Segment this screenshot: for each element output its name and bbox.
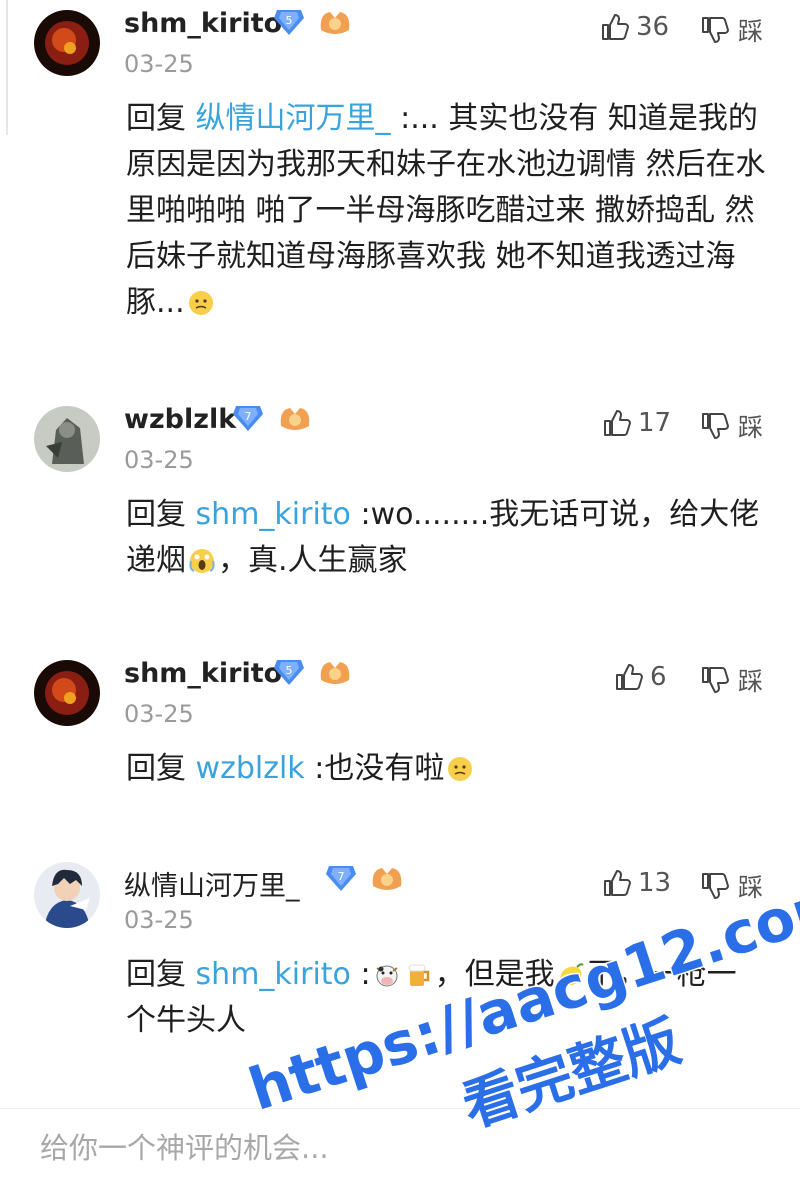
mention-link[interactable]: wzblzlk [196, 751, 305, 786]
mention-link[interactable]: shm_kirito [196, 957, 351, 992]
svg-text:5: 5 [286, 14, 293, 27]
beer-emoji [405, 961, 433, 989]
like-count: 13 [638, 868, 672, 898]
sweat-smile-emoji [446, 755, 474, 783]
like-count: 36 [636, 12, 670, 42]
comment-body: 回复 shm_kirito :wo........我无话可说，给大佬递烟 ，真.人… [126, 492, 766, 584]
thumb-up-icon [604, 410, 631, 436]
dislike-button[interactable]: 踩 [700, 662, 763, 698]
comment-text-end: ，真.人生赢家 [218, 543, 408, 578]
avatar[interactable] [34, 862, 100, 928]
cow-emoji [373, 961, 401, 989]
scream-emoji [188, 547, 216, 575]
level-badge-icon: 7 [232, 404, 264, 432]
comment-body: 回复 wzblzlk :也没有啦 [126, 746, 766, 792]
medal-icon [278, 404, 312, 434]
comment-input-bar[interactable]: 给你一个神评的机会... [0, 1108, 800, 1177]
svg-text:5: 5 [286, 664, 293, 677]
username[interactable]: shm_kirito [124, 658, 282, 689]
comment-date: 03-25 [124, 906, 194, 934]
thumb-down-icon [702, 413, 729, 439]
sweat-smile-emoji [187, 289, 215, 317]
comment-item: wzblzlk 7 03-25 17 踩 回复 shm_kirito :wo..… [0, 398, 800, 618]
comment-date: 03-25 [124, 700, 194, 728]
dislike-button[interactable]: 踩 [700, 12, 763, 48]
like-count: 17 [638, 408, 672, 438]
comment-date: 03-25 [124, 446, 194, 474]
thumb-down-icon [702, 667, 729, 693]
level-badge-icon: 5 [273, 8, 305, 36]
mention-link[interactable]: 纵情山河万里_ [196, 101, 391, 136]
comment-body: 回复 纵情山河万里_ :... 其实也没有 知道是我的原因是因为我那天和妹子在水… [126, 96, 766, 326]
mention-link[interactable]: shm_kirito [196, 497, 351, 532]
avatar[interactable] [34, 10, 100, 76]
comment-item: shm_kirito 5 03-25 36 踩 回复 纵情山河万里_ :... … [0, 2, 800, 362]
level-badge-icon: 7 [325, 864, 357, 892]
like-count: 6 [650, 662, 667, 692]
svg-text:7: 7 [338, 870, 345, 883]
avatar[interactable] [34, 406, 100, 472]
like-button[interactable]: 6 [614, 662, 667, 692]
comment-item: shm_kirito 5 03-25 6 踩 回复 wzblzlk :也没有啦 [0, 652, 800, 822]
username[interactable]: 纵情山河万里_ [124, 864, 300, 903]
avatar[interactable] [34, 660, 100, 726]
dislike-label: 踩 [738, 667, 764, 696]
dislike-label: 踩 [738, 17, 764, 46]
username[interactable]: shm_kirito [124, 8, 282, 39]
thumb-down-icon [702, 17, 729, 43]
username[interactable]: wzblzlk [124, 404, 236, 435]
thumb-up-icon [604, 870, 631, 896]
dislike-label: 踩 [738, 413, 764, 442]
thumb-down-icon [702, 873, 729, 899]
thumb-up-icon [616, 664, 643, 690]
comment-text: :也没有啦 [314, 751, 445, 786]
like-button[interactable]: 13 [602, 868, 671, 898]
thumb-up-icon [602, 14, 629, 40]
medal-icon [370, 864, 404, 894]
level-badge-icon: 5 [273, 658, 305, 686]
comment-input-placeholder[interactable]: 给你一个神评的机会... [40, 1125, 329, 1167]
comment-text: : [360, 957, 371, 992]
reply-prefix: 回复 [126, 751, 186, 786]
medal-icon [318, 8, 352, 38]
reply-prefix: 回复 [126, 101, 186, 136]
reply-prefix: 回复 [126, 957, 186, 992]
comment-date: 03-25 [124, 50, 194, 78]
svg-text:7: 7 [245, 410, 252, 423]
medal-icon [318, 658, 352, 688]
like-button[interactable]: 36 [600, 12, 669, 42]
reply-prefix: 回复 [126, 497, 186, 532]
like-button[interactable]: 17 [602, 408, 671, 438]
dislike-button[interactable]: 踩 [700, 408, 763, 444]
